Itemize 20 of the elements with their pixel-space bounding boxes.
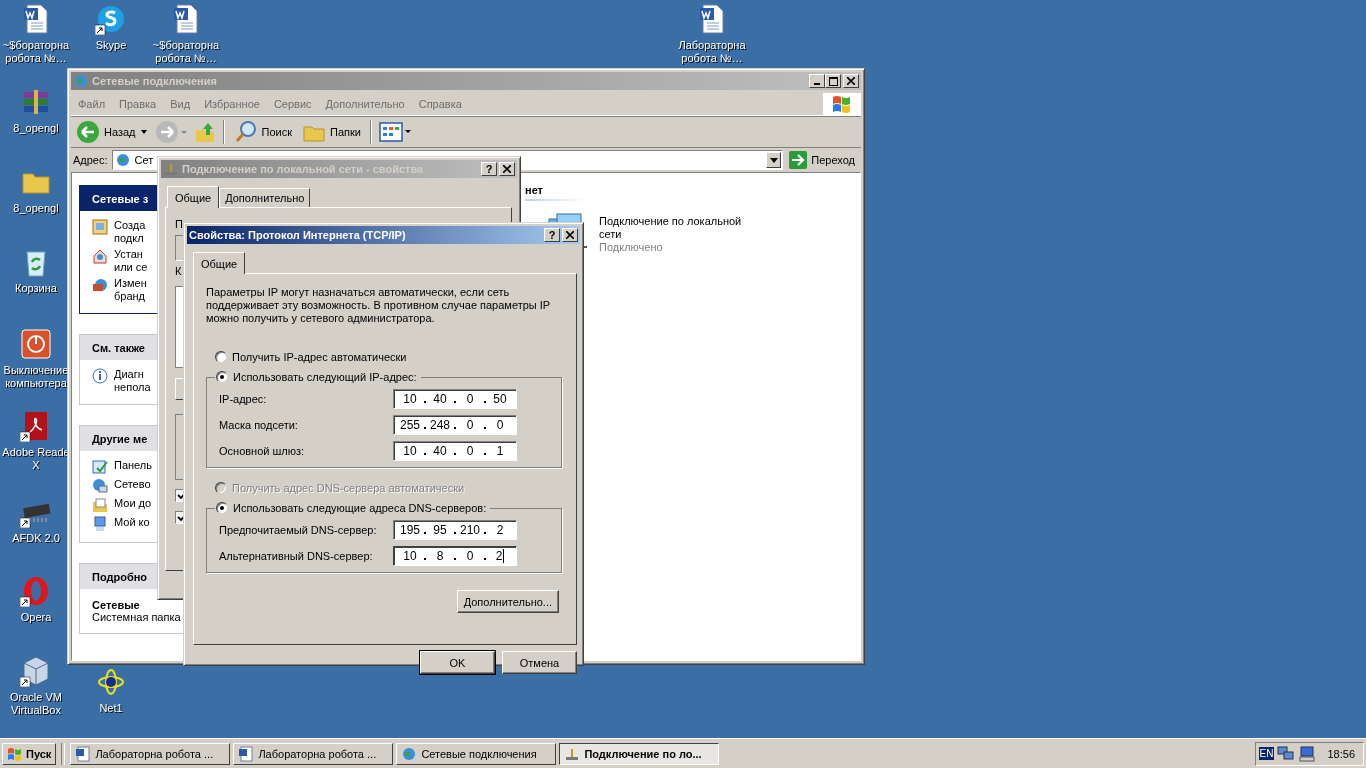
window-title: Сетевые подключения [92,75,217,87]
field-label: К [175,265,182,278]
field-label: Предпочитаемый DNS-сервер: [219,524,377,536]
clock: 18:56 [1327,747,1355,760]
connection-status: Подключено [599,241,664,254]
description-text: Параметры IP могут назначаться автоматически, если сеть поддерживает эту возможность. В противном случае параметры IP можно получить у сетевого администратора. [206,286,551,325]
address-label: Адрес: [73,154,108,166]
section-title: Другие ме [92,432,148,445]
field-label: Основной шлюз: [219,445,305,457]
details-text: Системная папка [92,611,182,623]
field-label: Маска подсети: [219,419,298,431]
section-title: См. также [92,341,145,354]
field-label: IP-адрес: [219,393,267,405]
group-heading: нет [525,184,585,201]
details-title: Сетевые [92,599,141,611]
window-title: Свойства: Протокол Интернета (TCP/IP) [189,229,406,241]
section-title: Сетевые з [92,192,149,205]
field-label: Альтернативный DNS-сервер: [219,550,373,562]
field-label: П [175,218,183,231]
section-title: Подробно [92,570,148,583]
